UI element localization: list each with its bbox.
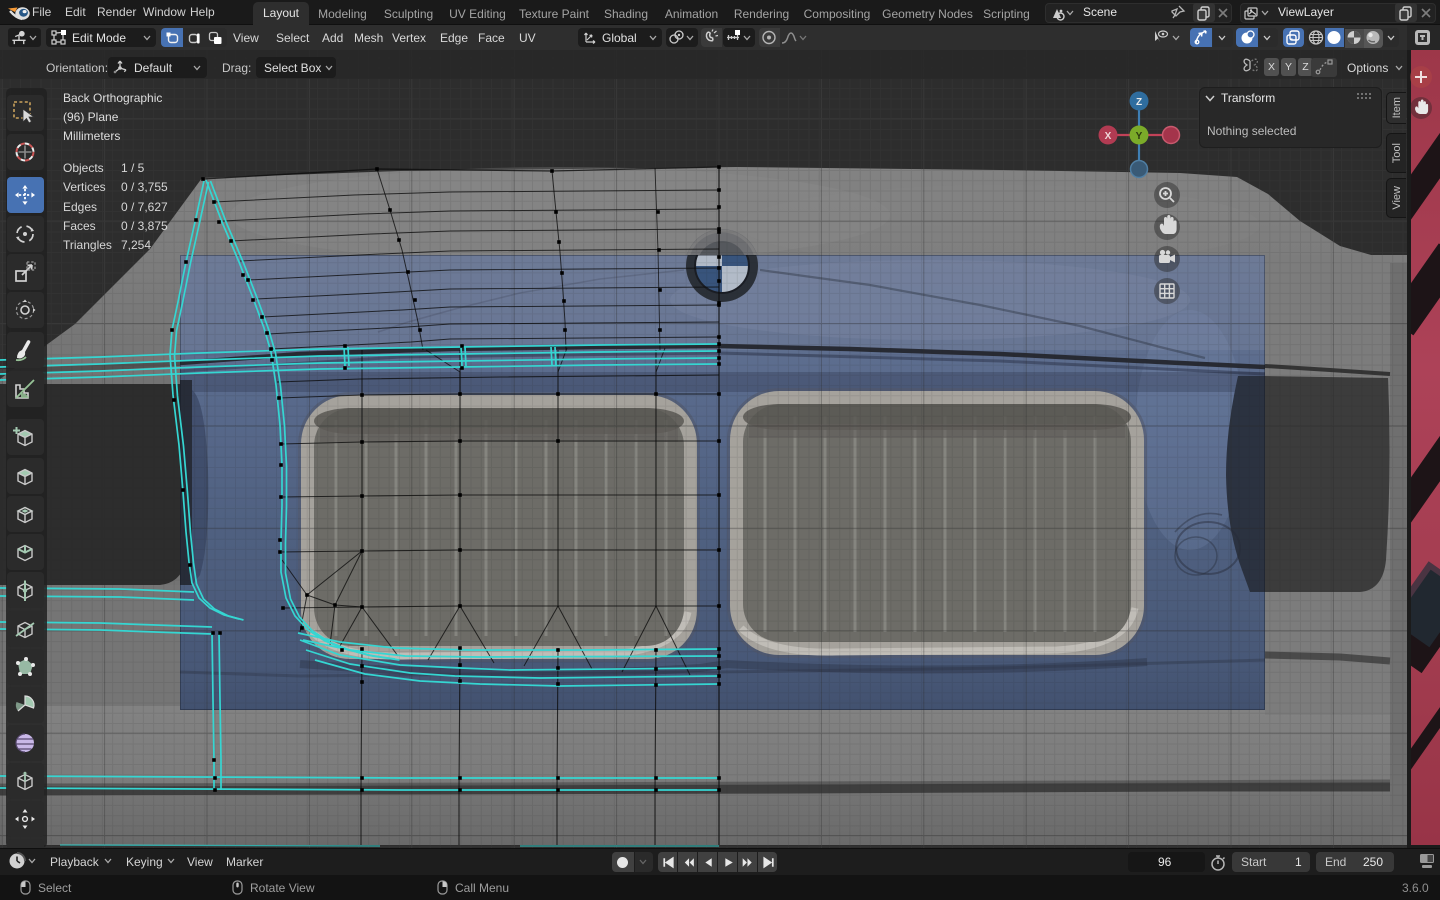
svg-text:Z: Z	[1136, 97, 1142, 108]
svg-text:Y: Y	[1136, 131, 1143, 142]
svg-text:X: X	[1105, 131, 1112, 142]
